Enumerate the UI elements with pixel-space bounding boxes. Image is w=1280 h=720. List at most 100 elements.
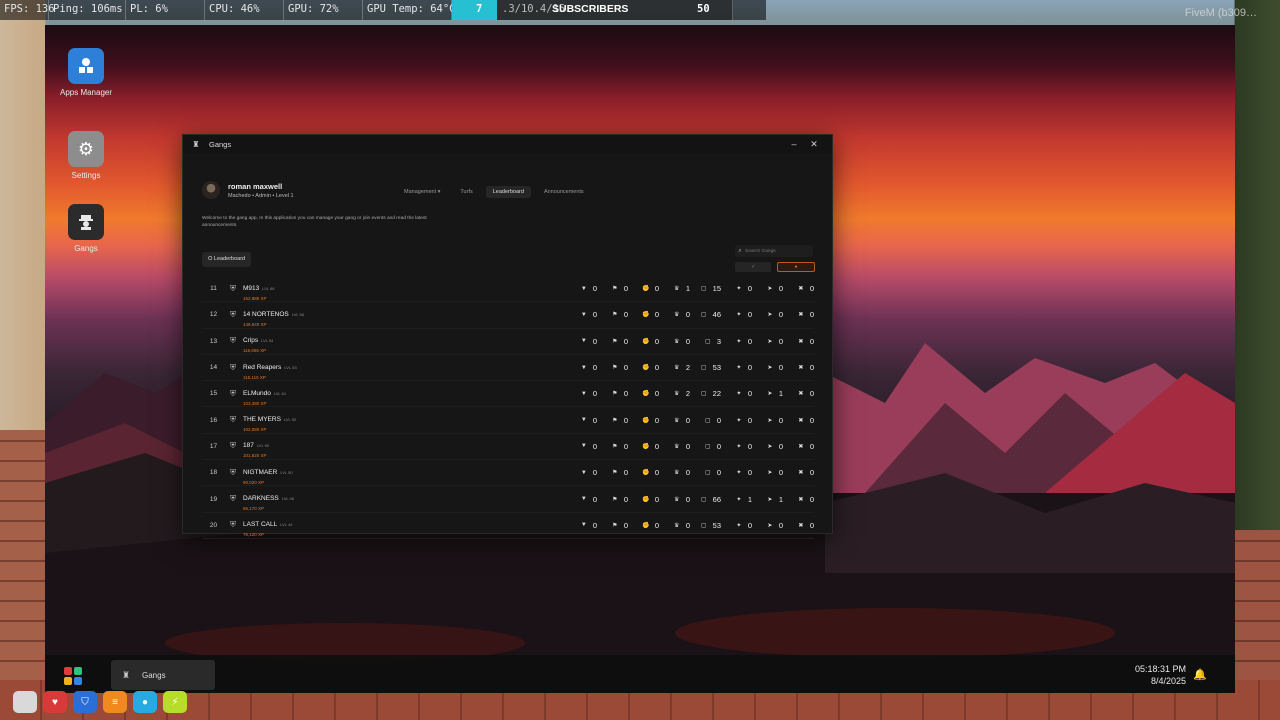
stat-cell: ▼ 0 <box>566 310 597 319</box>
fist-icon: ✊ <box>642 391 650 398</box>
star-icon: ✦ <box>736 496 742 503</box>
stat-cell: ▢ 53 <box>690 363 721 372</box>
trophy-icon: ▼ <box>580 443 587 450</box>
ping-readout: Ping: 106ms <box>49 0 126 20</box>
arrow-icon: ➤ <box>767 417 773 424</box>
crown-icon: ♛ <box>674 417 680 424</box>
stat-cell: ➤ 0 <box>752 521 783 530</box>
trophy-icon: ▼ <box>580 417 587 424</box>
table-row[interactable]: 14 ⛨ Red Reapers LVL 53 115,115 XP ▼ 0 ⚑ … <box>202 355 814 382</box>
bell-icon[interactable]: 🔔 <box>1193 668 1207 681</box>
tab-turfs[interactable]: Turfs <box>453 186 479 198</box>
desktop-icon-settings[interactable]: ⚙ Settings <box>65 131 107 181</box>
gang-name: DARKNESS <box>243 495 279 503</box>
gang-stats: ▼ 0 ⚑ 0 ✊ 0 ♛ 0 ▢ 0 ✦ 0 ➤ 0 ✖ 0 <box>566 468 814 477</box>
close-button[interactable]: ✕ <box>804 139 824 150</box>
person-filter-toggle[interactable]: ♂ <box>735 262 771 272</box>
arrow-icon: ➤ <box>767 365 773 372</box>
gang-stats: ▼ 0 ⚑ 0 ✊ 0 ♛ 0 ▢ 66 ✦ 1 ➤ 1 ✖ 0 <box>566 495 814 504</box>
gang-info: 14 NORTENOS LVL 56 148,840 XP <box>243 303 566 327</box>
table-row[interactable]: 15 ⛨ ELMundo LVL 61 103,380 XP ▼ 0 ⚑ 0 ✊ … <box>202 381 814 408</box>
profile-name: roman maxwell <box>228 181 283 191</box>
game-hotbar: ♥ ⛉ ≡ ● ⚡ <box>13 691 187 713</box>
stat-value: 0 <box>809 441 814 451</box>
stat-cell: ▼ 0 <box>566 416 597 425</box>
gang-info: 187 LVL 50 101,820 XP <box>243 434 566 458</box>
flag-icon: ⚑ <box>612 443 618 450</box>
gang-name: ELMundo <box>243 389 271 397</box>
stat-value: 0 <box>809 284 814 294</box>
fist-icon: ✊ <box>642 443 650 450</box>
stat-cell: ▼ 0 <box>566 468 597 477</box>
stat-cell: ✦ 0 <box>721 337 752 346</box>
avatar <box>202 181 220 199</box>
stat-value: 46 <box>712 310 721 320</box>
stat-cell: ✦ 0 <box>721 416 752 425</box>
table-row[interactable]: 17 ⛨ 187 LVL 50 101,820 XP ▼ 0 ⚑ 0 ✊ 0 ♛ … <box>202 434 814 461</box>
gang-xp: 90,020 XP <box>243 479 265 485</box>
search-input[interactable] <box>745 248 805 254</box>
table-row[interactable]: 11 ⛨ M913 LVL 66 152,886 XP ▼ 0 ⚑ 0 ✊ 0 ♛… <box>202 276 814 303</box>
stat-cell: ▼ 0 <box>566 521 597 530</box>
table-row[interactable]: 12 ⛨ 14 NORTENOS LVL 56 148,840 XP ▼ 0 ⚑ … <box>202 302 814 329</box>
group-filter-toggle[interactable]: ● <box>777 262 815 272</box>
table-row[interactable]: 18 ⛨ NIGTMAER LVL 50 90,020 XP ▼ 0 ⚑ 0 ✊ … <box>202 460 814 487</box>
arrow-icon: ➤ <box>767 391 773 398</box>
gang-level: LVL 46 <box>281 496 294 502</box>
stat-cell: ✦ 0 <box>721 363 752 372</box>
trophy-icon: ▼ <box>580 496 587 503</box>
taskbar-app-gangs[interactable]: ♜ Gangs <box>111 660 215 690</box>
table-row[interactable]: 20 ⛨ LAST CALL LVL 44 76,120 XP ▼ 0 ⚑ 0 ✊… <box>202 513 814 539</box>
crown-icon: ♛ <box>674 391 680 398</box>
table-row[interactable]: 13 ⛨ Crips LVL 54 116,655 XP ▼ 0 ⚑ 0 ✊ 0 … <box>202 329 814 355</box>
stat-cell: ▼ 0 <box>566 442 597 451</box>
desktop-icon-gangs[interactable]: Gangs <box>65 204 107 254</box>
tab-management[interactable]: Management ▾ <box>397 186 447 198</box>
desktop-icon-apps-manager[interactable]: Apps Manager <box>60 48 112 98</box>
start-menu-button[interactable] <box>64 667 82 685</box>
gang-name: LAST CALL <box>243 521 278 529</box>
gang-stats: ▼ 0 ⚑ 0 ✊ 0 ♛ 0 ▢ 53 ✦ 0 ➤ 0 ✖ 0 <box>566 521 814 530</box>
stat-cell: ✖ 0 <box>783 389 814 398</box>
stat-value: 0 <box>809 336 814 346</box>
stat-cell: ⚑ 0 <box>597 337 628 346</box>
table-row[interactable]: 16 ⛨ THE MYERS LVL 50 102,080 XP ▼ 0 ⚑ 0 … <box>202 407 814 434</box>
stat-cell: ▢ 46 <box>690 310 721 319</box>
stat-cell: ⚑ 0 <box>597 416 628 425</box>
flag-icon: ⚑ <box>612 522 618 529</box>
stat-cell: ✊ 0 <box>628 521 659 530</box>
gang-logo-icon: ⛨ <box>230 336 236 346</box>
table-row[interactable]: 19 ⛨ DARKNESS LVL 46 86,170 XP ▼ 0 ⚑ 0 ✊ … <box>202 486 814 513</box>
gang-level: LVL 54 <box>261 338 274 344</box>
gang-rank: 14 <box>209 364 218 372</box>
leaderboard-button[interactable]: ⭘ Leaderboard <box>202 252 252 267</box>
stat-cell: ✦ 0 <box>721 284 752 293</box>
gang-info: Crips LVL 54 116,655 XP <box>243 329 566 353</box>
gang-info: NIGTMAER LVL 50 90,020 XP <box>243 461 566 485</box>
fist-icon: ✊ <box>642 338 650 345</box>
tab-announcements[interactable]: Announcements <box>537 186 591 198</box>
crown-icon: ♛ <box>674 522 680 529</box>
shield-icon: ▢ <box>700 522 707 529</box>
stat-cell: ➤ 0 <box>752 468 783 477</box>
stat-cell: ▼ 0 <box>566 389 597 398</box>
gang-logo-icon: ⛨ <box>230 362 236 372</box>
stat-cell: ▢ 0 <box>690 416 721 425</box>
search-box[interactable]: ⌕ <box>735 245 813 257</box>
stat-cell: ✦ 0 <box>721 521 752 530</box>
gang-logo-icon: ⛨ <box>230 309 236 319</box>
trophy-icon: ▼ <box>580 311 587 318</box>
fist-icon: ✊ <box>642 312 650 319</box>
subscribers-label: SUBSCRIBERS <box>552 3 629 15</box>
gang-xp: 103,380 XP <box>243 400 267 406</box>
cross-icon: ✖ <box>798 312 804 319</box>
gang-xp: 86,170 XP <box>243 506 265 512</box>
stat-cell: ✊ 0 <box>628 310 659 319</box>
minimize-button[interactable]: – <box>784 139 804 149</box>
crown-icon: ♛ <box>674 365 680 372</box>
gang-logo-icon: ⛨ <box>230 467 236 477</box>
tab-leaderboard[interactable]: Leaderboard <box>485 186 531 198</box>
stat-cell: ✖ 0 <box>783 521 814 530</box>
window-titlebar[interactable]: ♜ Gangs – ✕ <box>183 135 832 153</box>
gang-level: LVL 56 <box>291 311 304 317</box>
